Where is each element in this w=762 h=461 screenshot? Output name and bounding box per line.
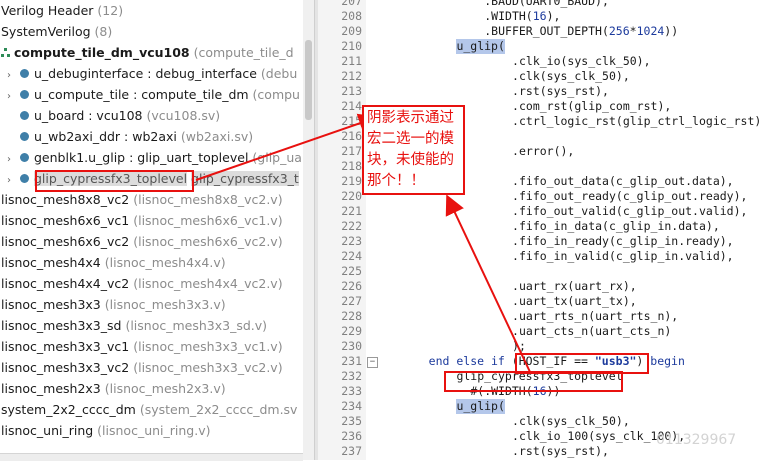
annotation-arrow-to-tree: [195, 113, 379, 181]
annotation-arrows: [195, 113, 531, 373]
watermark-text: 011329967: [656, 432, 737, 448]
annotation-callout: 阴影表示通过宏二选一的模块，未使能的那个！！: [362, 105, 465, 195]
tree-highlight-box: [35, 170, 194, 192]
code-module-highlight-box: [444, 371, 623, 392]
annotation-arrow-to-code: [445, 194, 531, 373]
